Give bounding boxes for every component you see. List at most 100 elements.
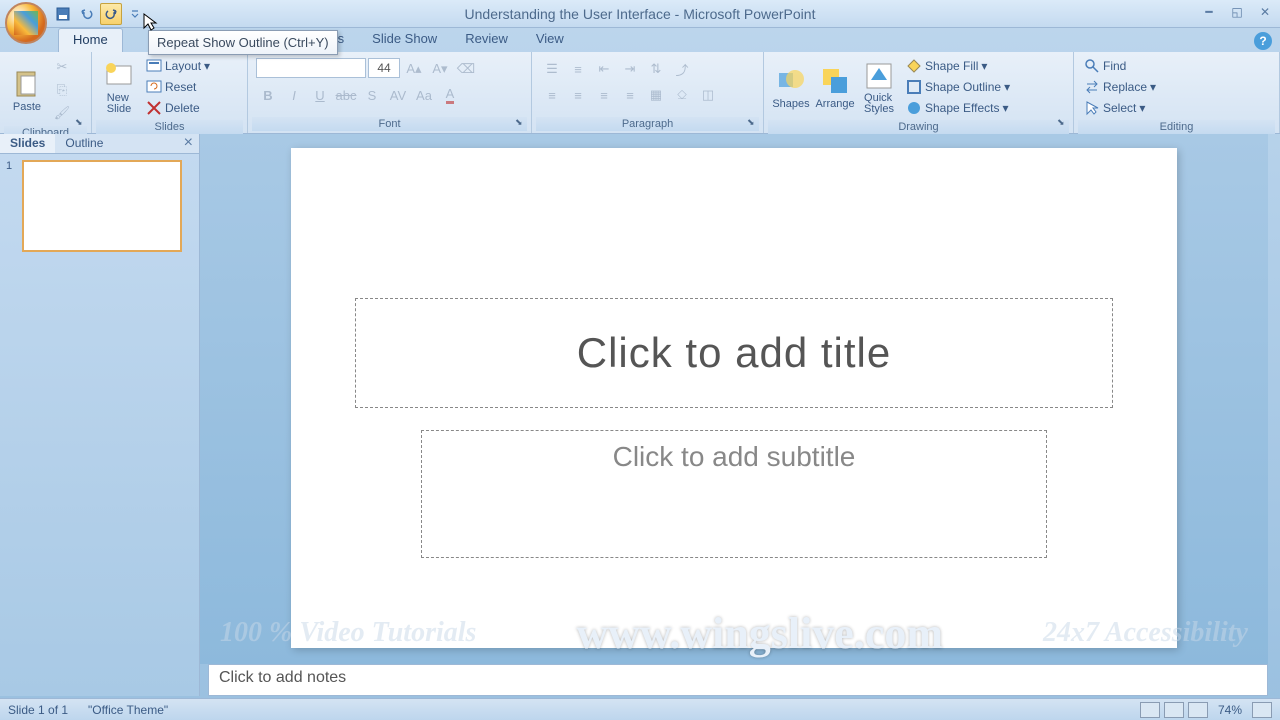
font-color-icon[interactable]: A bbox=[438, 84, 462, 106]
new-slide-button[interactable]: New Slide bbox=[98, 58, 140, 117]
increase-indent-icon[interactable]: ⇥ bbox=[618, 58, 642, 80]
mouse-cursor-icon bbox=[143, 13, 159, 33]
undo-icon[interactable] bbox=[76, 3, 98, 25]
slide[interactable]: Click to add title Click to add subtitle bbox=[291, 148, 1177, 648]
close-button[interactable]: ✕ bbox=[1254, 3, 1276, 21]
paste-button[interactable]: Paste bbox=[6, 66, 48, 115]
format-painter-icon[interactable]: 🖌 bbox=[50, 102, 74, 124]
redo-icon[interactable] bbox=[100, 3, 122, 25]
cut-icon[interactable]: ✂ bbox=[50, 56, 74, 78]
columns-icon[interactable]: ▦ bbox=[644, 84, 668, 106]
bold-icon[interactable]: B bbox=[256, 84, 280, 106]
italic-icon[interactable]: I bbox=[282, 84, 306, 106]
replace-button[interactable]: Replace ▾ bbox=[1080, 77, 1160, 97]
change-case-icon[interactable]: Aa bbox=[412, 84, 436, 106]
tab-slideshow[interactable]: Slide Show bbox=[358, 28, 451, 52]
justify-icon[interactable]: ≡ bbox=[618, 84, 642, 106]
help-button[interactable]: ? bbox=[1254, 32, 1272, 50]
watermark-right: 24x7 Accessibility bbox=[1043, 617, 1248, 649]
arrange-button[interactable]: Arrange bbox=[814, 63, 856, 112]
group-paragraph: ☰ ≡ ⇤ ⇥ ⇅ ⤴ ≡ ≡ ≡ ≡ ▦ ⎐ ◫ Paragraph ⬊ bbox=[532, 52, 764, 133]
group-font: A▴ A▾ ⌫ B I U abc S AV Aa A Font ⬊ bbox=[248, 52, 532, 133]
paste-icon bbox=[11, 68, 43, 100]
minimize-button[interactable]: ━ bbox=[1198, 3, 1220, 21]
shapes-button[interactable]: Shapes bbox=[770, 63, 812, 112]
text-direction-icon[interactable]: ⤴ bbox=[670, 58, 694, 80]
strike-icon[interactable]: abc bbox=[334, 84, 358, 106]
tooltip-repeat: Repeat Show Outline (Ctrl+Y) bbox=[148, 30, 338, 55]
fill-icon bbox=[906, 58, 922, 74]
status-slide-number: Slide 1 of 1 bbox=[8, 703, 68, 717]
status-theme: "Office Theme" bbox=[88, 703, 168, 717]
delete-button[interactable]: Delete bbox=[142, 98, 214, 118]
align-center-icon[interactable]: ≡ bbox=[566, 84, 590, 106]
pane-tab-slides[interactable]: Slides bbox=[0, 134, 55, 153]
watermark-overlay: 100 % Video Tutorials www.wingslive.com … bbox=[200, 602, 1268, 664]
underline-icon[interactable]: U bbox=[308, 84, 332, 106]
group-font-label: Font bbox=[252, 117, 527, 131]
font-family-input[interactable] bbox=[256, 58, 366, 78]
title-bar: Understanding the User Interface - Micro… bbox=[0, 0, 1280, 28]
line-spacing-icon[interactable]: ⇅ bbox=[644, 58, 668, 80]
new-slide-icon bbox=[103, 60, 135, 92]
tab-review[interactable]: Review bbox=[451, 28, 522, 52]
pane-tab-outline[interactable]: Outline bbox=[55, 134, 113, 153]
fit-window-icon[interactable] bbox=[1252, 702, 1272, 718]
slideshow-view-icon[interactable] bbox=[1188, 702, 1208, 718]
group-drawing: Shapes Arrange Quick Styles Shape Fill ▾… bbox=[764, 52, 1074, 133]
font-size-input[interactable] bbox=[368, 58, 400, 78]
maximize-button[interactable]: ◱ bbox=[1226, 3, 1248, 21]
char-spacing-icon[interactable]: AV bbox=[386, 84, 410, 106]
shadow-icon[interactable]: S bbox=[360, 84, 384, 106]
tab-view[interactable]: View bbox=[522, 28, 578, 52]
reset-button[interactable]: Reset bbox=[142, 77, 214, 97]
group-editing: Find Replace ▾ Select ▾ Editing bbox=[1074, 52, 1280, 133]
delete-icon bbox=[146, 100, 162, 116]
drawing-launcher-icon[interactable]: ⬊ bbox=[1057, 117, 1071, 131]
quick-styles-button[interactable]: Quick Styles bbox=[858, 58, 900, 117]
align-text-icon[interactable]: ⎐ bbox=[670, 84, 694, 106]
pane-tabs: Slides Outline × bbox=[0, 134, 199, 154]
smartart-icon[interactable]: ◫ bbox=[696, 84, 720, 106]
select-button[interactable]: Select ▾ bbox=[1080, 98, 1160, 118]
notes-pane[interactable]: Click to add notes bbox=[208, 664, 1268, 696]
bullets-icon[interactable]: ☰ bbox=[540, 58, 564, 80]
normal-view-icon[interactable] bbox=[1140, 702, 1160, 718]
shapes-icon bbox=[775, 65, 807, 97]
shape-fill-button[interactable]: Shape Fill ▾ bbox=[902, 56, 1014, 76]
zoom-level: 74% bbox=[1218, 703, 1242, 717]
clipboard-launcher-icon[interactable]: ⬊ bbox=[75, 117, 89, 131]
sorter-view-icon[interactable] bbox=[1164, 702, 1184, 718]
align-right-icon[interactable]: ≡ bbox=[592, 84, 616, 106]
ribbon: Paste ✂ ⎘ 🖌 Clipboard ⬊ New Slide Layout… bbox=[0, 52, 1280, 134]
shrink-font-icon[interactable]: A▾ bbox=[428, 58, 452, 80]
subtitle-placeholder[interactable]: Click to add subtitle bbox=[421, 430, 1047, 558]
title-placeholder-text: Click to add title bbox=[577, 329, 891, 377]
grow-font-icon[interactable]: A▴ bbox=[402, 58, 426, 80]
slide-thumbnail[interactable]: 1 bbox=[6, 160, 193, 252]
group-drawing-label: Drawing bbox=[768, 120, 1069, 134]
title-placeholder[interactable]: Click to add title bbox=[355, 298, 1113, 408]
layout-button[interactable]: Layout ▾ bbox=[142, 56, 214, 76]
office-button[interactable] bbox=[5, 2, 47, 44]
slides-pane: Slides Outline × 1 bbox=[0, 134, 200, 696]
shape-effects-button[interactable]: Shape Effects ▾ bbox=[902, 98, 1014, 118]
thumbnail-preview bbox=[22, 160, 182, 252]
decrease-indent-icon[interactable]: ⇤ bbox=[592, 58, 616, 80]
numbering-icon[interactable]: ≡ bbox=[566, 58, 590, 80]
pane-close-icon[interactable]: × bbox=[178, 134, 199, 153]
window-title: Understanding the User Interface - Micro… bbox=[465, 6, 816, 22]
find-button[interactable]: Find bbox=[1080, 56, 1160, 76]
copy-icon[interactable]: ⎘ bbox=[50, 79, 74, 101]
arrange-icon bbox=[819, 65, 851, 97]
tab-home[interactable]: Home bbox=[58, 28, 123, 52]
shape-outline-button[interactable]: Shape Outline ▾ bbox=[902, 77, 1014, 97]
reset-icon bbox=[146, 79, 162, 95]
clear-format-icon[interactable]: ⌫ bbox=[454, 58, 478, 80]
window-controls: ━ ◱ ✕ bbox=[1198, 3, 1276, 21]
align-left-icon[interactable]: ≡ bbox=[540, 84, 564, 106]
paragraph-launcher-icon[interactable]: ⬊ bbox=[747, 117, 761, 131]
font-launcher-icon[interactable]: ⬊ bbox=[515, 117, 529, 131]
save-icon[interactable] bbox=[52, 3, 74, 25]
slide-canvas: Click to add title Click to add subtitle bbox=[200, 134, 1268, 664]
